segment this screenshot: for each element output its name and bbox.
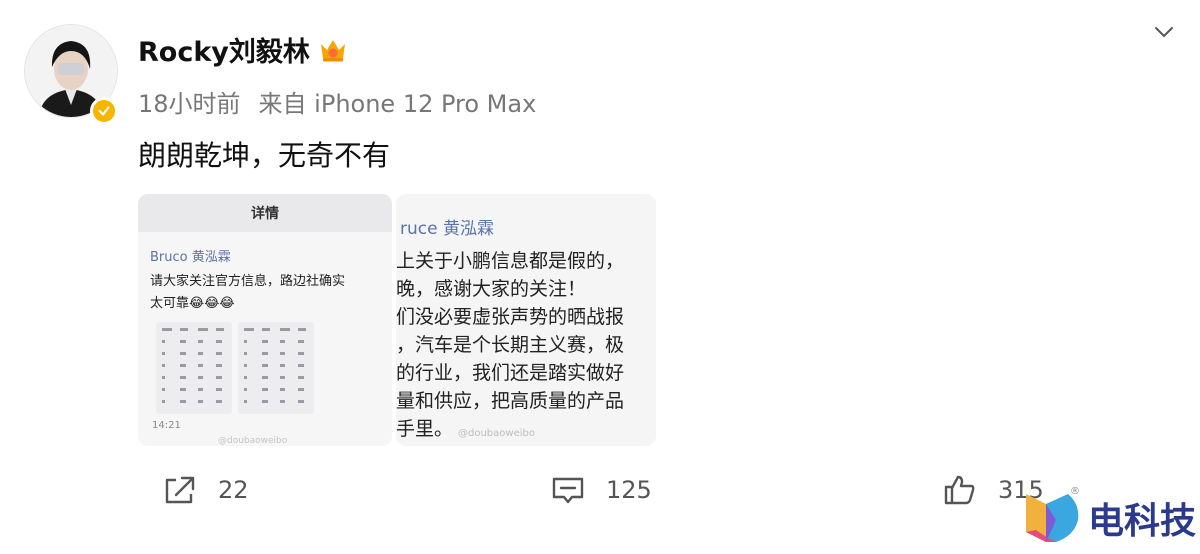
image2-author: ruce 黄泓霖 — [400, 219, 494, 239]
image2-line: 们没必要虚张声势的晒战报 — [396, 306, 625, 328]
image2-line: 晚，感谢大家的关注！ — [396, 278, 587, 300]
image1-header: 详情 — [138, 194, 392, 232]
brand-reg-mark: ® — [1070, 486, 1080, 497]
post-author[interactable]: Rocky刘毅林 — [138, 30, 348, 69]
image1-line: 太可靠😂😂😂 — [150, 296, 235, 311]
image2-line: 的行业，我们还是踏实做好 — [396, 362, 625, 384]
image1-table — [156, 322, 232, 414]
comment-button[interactable]: 125 — [550, 474, 652, 506]
image1-line: 请大家关注官方信息，路边社确实 — [150, 274, 346, 289]
username[interactable]: Rocky刘毅林 — [138, 30, 310, 69]
thumbs-up-icon — [944, 475, 975, 505]
image1-table — [238, 322, 314, 414]
image2-line: 上关于小鹏信息都是假的， — [396, 250, 625, 272]
image1-time: 14:21 — [152, 420, 181, 431]
brand-watermark: ® 电科技 — [1022, 486, 1197, 546]
post-source: 来自 iPhone 12 Pro Max — [258, 90, 537, 118]
chevron-down-icon[interactable] — [1152, 20, 1176, 44]
image2-line: 量和供应，把高质量的产品 — [396, 390, 625, 412]
post-image-1[interactable]: 详情 Bruco 黄泓霖 请大家关注官方信息，路边社确实 太可靠😂😂😂 14:2… — [138, 194, 392, 446]
share-count: 22 — [218, 476, 249, 504]
brand-logo-icon: ® — [1022, 486, 1082, 546]
verified-badge-icon — [90, 97, 118, 125]
comment-icon — [552, 477, 584, 504]
image1-author: Bruco 黄泓霖 — [150, 250, 231, 265]
share-button[interactable]: 22 — [162, 474, 249, 506]
image2-line: ，汽车是个长期主义赛，极 — [396, 334, 625, 356]
brand-text: 电科技 — [1088, 501, 1197, 542]
image2-watermark: @doubaoweibo — [458, 428, 535, 439]
image1-watermark: @doubaoweibo — [218, 436, 288, 446]
post-text: 朗朗乾坤，无奇不有 — [138, 139, 391, 172]
post-time: 18小时前 — [138, 90, 241, 118]
comment-count: 125 — [606, 476, 652, 504]
vip-crown-icon — [320, 39, 345, 61]
share-icon — [165, 476, 195, 504]
image2-line: 手里。 — [396, 418, 454, 440]
post-image-2[interactable]: ruce 黄泓霖 上关于小鹏信息都是假的， 晚，感谢大家的关注！ 们没必要虚张声… — [396, 194, 656, 446]
post-meta: 18小时前 来自 iPhone 12 Pro Max — [138, 84, 536, 119]
